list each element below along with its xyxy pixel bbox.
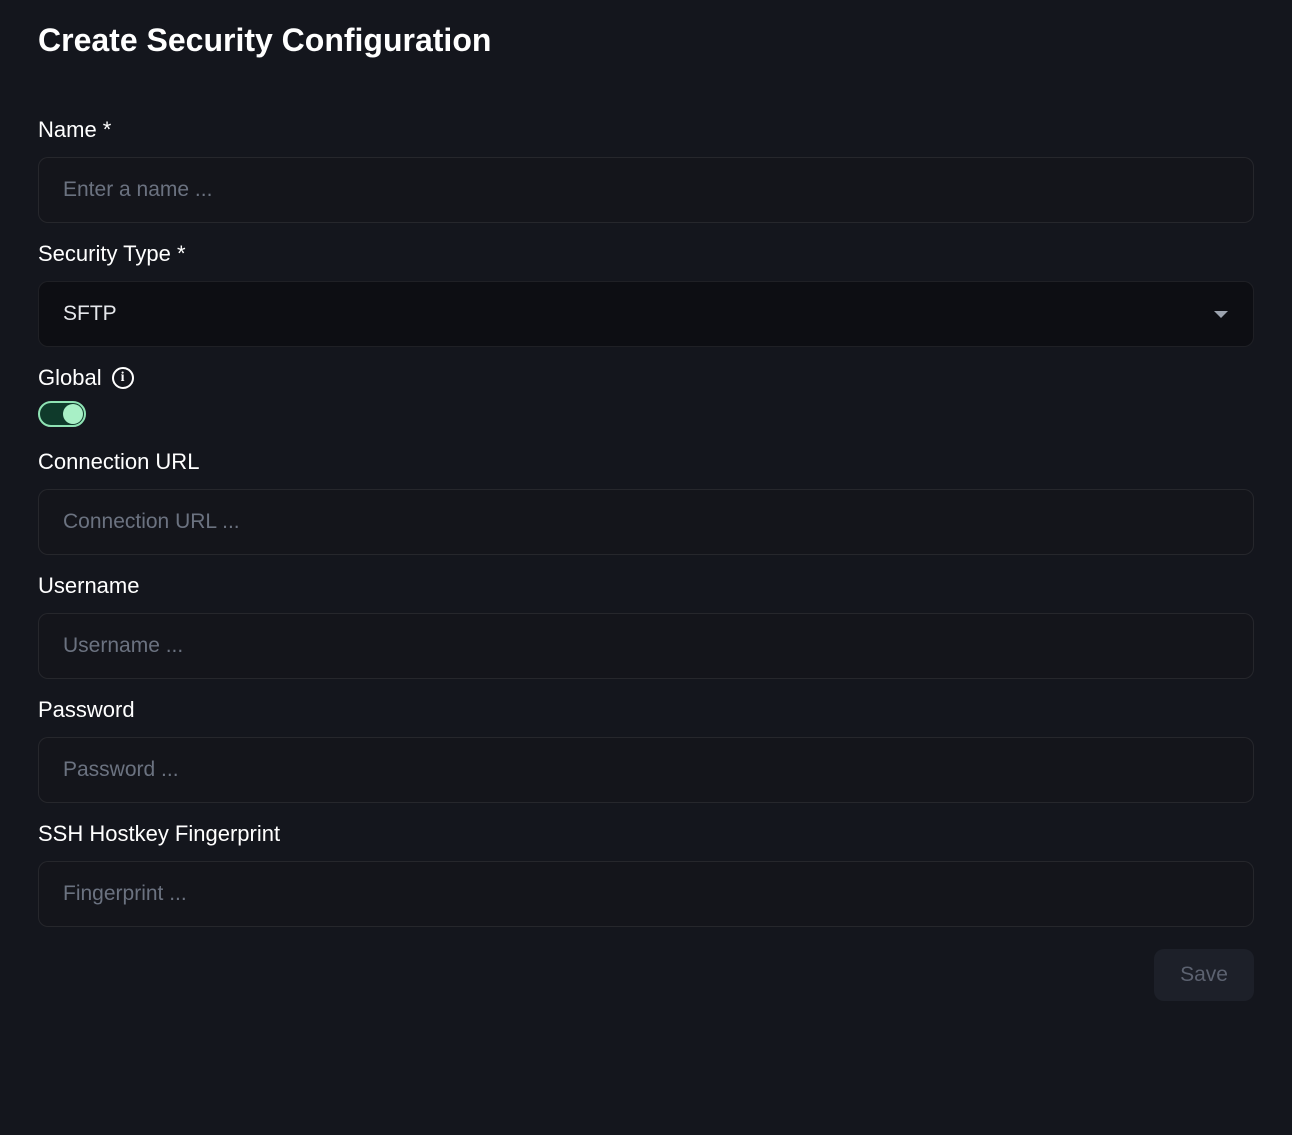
toggle-knob xyxy=(63,404,83,424)
security-type-field-group: Security Type * SFTP xyxy=(38,241,1254,347)
ssh-fingerprint-field-group: SSH Hostkey Fingerprint xyxy=(38,821,1254,927)
name-input[interactable] xyxy=(38,157,1254,223)
connection-url-label: Connection URL xyxy=(38,449,1254,475)
chevron-down-icon xyxy=(1213,302,1229,326)
ssh-fingerprint-label: SSH Hostkey Fingerprint xyxy=(38,821,1254,847)
security-type-label: Security Type * xyxy=(38,241,1254,267)
security-type-select[interactable]: SFTP xyxy=(38,281,1254,347)
password-label: Password xyxy=(38,697,1254,723)
username-input[interactable] xyxy=(38,613,1254,679)
username-label: Username xyxy=(38,573,1254,599)
password-input[interactable] xyxy=(38,737,1254,803)
form-footer: Save xyxy=(38,949,1254,1001)
connection-url-input[interactable] xyxy=(38,489,1254,555)
ssh-fingerprint-input[interactable] xyxy=(38,861,1254,927)
security-type-selected-value: SFTP xyxy=(63,302,117,326)
page-title: Create Security Configuration xyxy=(38,22,1254,59)
connection-url-field-group: Connection URL xyxy=(38,449,1254,555)
info-icon[interactable]: i xyxy=(112,367,134,389)
global-field-group: Global i xyxy=(38,365,1254,427)
username-field-group: Username xyxy=(38,573,1254,679)
password-field-group: Password xyxy=(38,697,1254,803)
name-field-group: Name * xyxy=(38,117,1254,223)
global-label: Global xyxy=(38,365,102,391)
global-toggle[interactable] xyxy=(38,401,86,427)
save-button[interactable]: Save xyxy=(1154,949,1254,1001)
name-label: Name * xyxy=(38,117,1254,143)
